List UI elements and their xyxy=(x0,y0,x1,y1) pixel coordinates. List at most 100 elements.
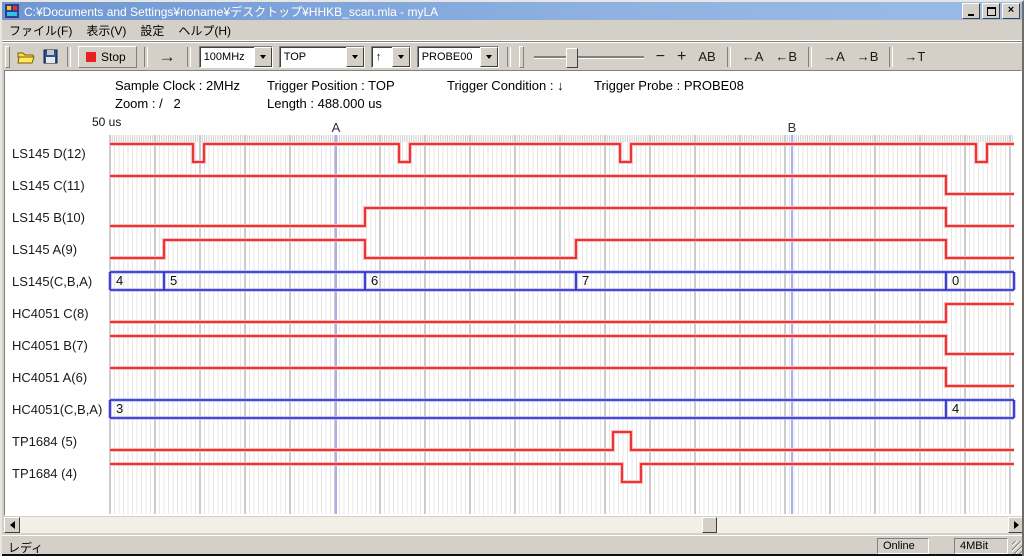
zoom-out-button[interactable]: − xyxy=(650,46,671,68)
trigger-edge-value: ↑ xyxy=(372,51,392,63)
maximize-icon xyxy=(987,7,996,16)
bus-trace xyxy=(110,400,1014,418)
trace-halo xyxy=(110,432,1014,450)
scrollbar-thumb[interactable] xyxy=(702,517,717,533)
zoom-slider[interactable] xyxy=(534,47,644,67)
menu-bar: ファイル(F) 表示(V) 設定 ヘルプ(H) xyxy=(2,20,1022,41)
window-title: C:¥Documents and Settings¥noname¥デスクトップ¥… xyxy=(24,3,960,20)
maximize-button[interactable] xyxy=(982,3,1000,19)
menu-settings[interactable]: 設定 xyxy=(133,20,171,41)
zoom-slider-thumb[interactable] xyxy=(566,48,578,68)
waveform-trace xyxy=(110,240,1014,258)
menu-file[interactable]: ファイル(F) xyxy=(2,20,79,41)
trace-halo xyxy=(110,368,1014,386)
trace-halo xyxy=(110,304,1014,322)
open-file-button[interactable] xyxy=(14,46,38,68)
scroll-left-button[interactable] xyxy=(4,517,20,533)
toolbar: Stop → 100MHz TOP ↑ PROBE00 − + AB xyxy=(2,41,1022,71)
stop-icon xyxy=(86,52,96,62)
goto-cursor-a-button[interactable]: ←A xyxy=(736,47,770,66)
bus-value: 0 xyxy=(952,273,959,288)
close-button[interactable]: × xyxy=(1002,3,1020,19)
set-cursor-a-button[interactable]: →A xyxy=(817,47,851,66)
waveform-trace xyxy=(110,368,1014,386)
app-icon xyxy=(4,3,20,19)
bus-value: 4 xyxy=(952,401,959,416)
status-bar: レディ Online 4MBit xyxy=(2,535,1024,555)
trigger-edge-combo[interactable]: ↑ xyxy=(371,46,411,68)
open-folder-icon xyxy=(17,50,35,64)
trigger-position-text: Trigger Position : TOP xyxy=(267,78,395,93)
goto-trigger-button[interactable]: →T xyxy=(898,47,931,66)
app-window: C:¥Documents and Settings¥noname¥デスクトップ¥… xyxy=(0,0,1024,556)
resize-grip[interactable] xyxy=(1012,541,1024,554)
trigger-position-value: TOP xyxy=(280,51,346,63)
menu-view[interactable]: 表示(V) xyxy=(79,20,133,41)
chevron-down-icon xyxy=(398,55,404,59)
toolbar-grip xyxy=(519,46,524,68)
trigger-condition-text: Trigger Condition : ↓ xyxy=(447,78,564,93)
probe-value: PROBE00 xyxy=(418,51,480,63)
trace-halo xyxy=(110,144,1014,162)
horizontal-scrollbar[interactable] xyxy=(4,517,1024,533)
chevron-down-icon xyxy=(260,55,266,59)
scroll-right-button[interactable] xyxy=(1008,517,1024,533)
bus-value: 3 xyxy=(116,401,123,416)
bus-halo xyxy=(110,400,1014,418)
save-floppy-icon xyxy=(43,49,58,64)
bus-value: 6 xyxy=(371,273,378,288)
bus-trace xyxy=(110,272,1014,290)
minimize-icon xyxy=(968,14,974,16)
ab-range-button[interactable]: AB xyxy=(692,47,721,66)
length-text: Length : 488.000 us xyxy=(267,96,382,111)
toolbar-separator xyxy=(808,47,812,67)
sample-rate-value: 100MHz xyxy=(200,51,254,63)
bus-halo xyxy=(110,272,1014,290)
sample-rate-dropdown[interactable] xyxy=(254,47,272,67)
grid-major xyxy=(110,135,1010,514)
trigger-position-combo[interactable]: TOP xyxy=(279,46,365,68)
stop-label: Stop xyxy=(101,50,126,64)
chevron-down-icon xyxy=(486,55,492,59)
trigger-position-dropdown[interactable] xyxy=(346,47,364,67)
waveform-trace xyxy=(110,304,1014,322)
stop-button[interactable]: Stop xyxy=(78,46,137,68)
waveform-trace xyxy=(110,208,1014,226)
toolbar-separator xyxy=(67,47,71,67)
toolbar-separator xyxy=(187,47,191,67)
save-button[interactable] xyxy=(38,46,62,68)
toolbar-separator xyxy=(889,47,893,67)
status-memory: 4MBit xyxy=(954,538,1008,554)
zoom-in-button[interactable]: + xyxy=(671,46,692,68)
waveform-trace xyxy=(110,336,1014,354)
run-button[interactable]: → xyxy=(153,45,182,69)
waveform-trace xyxy=(110,144,1014,162)
arrow-right-icon xyxy=(1014,521,1019,529)
toolbar-grip xyxy=(5,46,10,68)
zoom-text: Zoom : / 2 xyxy=(115,96,181,111)
waveform-trace xyxy=(110,176,1014,194)
set-cursor-b-button[interactable]: →B xyxy=(851,47,885,66)
chevron-down-icon xyxy=(352,55,358,59)
toolbar-separator xyxy=(507,47,511,67)
waveform-trace xyxy=(110,464,1014,482)
cursor-b-label: B xyxy=(788,120,797,135)
waveform-trace xyxy=(110,432,1014,450)
goto-cursor-b-button[interactable]: ←B xyxy=(769,47,803,66)
sample-rate-combo[interactable]: 100MHz xyxy=(199,46,273,68)
probe-dropdown[interactable] xyxy=(480,47,498,67)
zoom-slider-track xyxy=(534,56,644,59)
toolbar-separator xyxy=(727,47,731,67)
trigger-probe-text: Trigger Probe : PROBE08 xyxy=(594,78,744,93)
trace-halo xyxy=(110,208,1014,226)
waveform-plot: AB4567034 xyxy=(2,112,1024,516)
trigger-edge-dropdown[interactable] xyxy=(392,47,410,67)
minimize-button[interactable] xyxy=(962,3,980,19)
toolbar-separator xyxy=(144,47,148,67)
cursor-a-label: A xyxy=(332,120,341,135)
trace-halo xyxy=(110,464,1014,482)
sample-clock-text: Sample Clock : 2MHz xyxy=(115,78,240,93)
bus-value: 7 xyxy=(582,273,589,288)
menu-help[interactable]: ヘルプ(H) xyxy=(171,20,238,41)
probe-combo[interactable]: PROBE00 xyxy=(417,46,499,68)
